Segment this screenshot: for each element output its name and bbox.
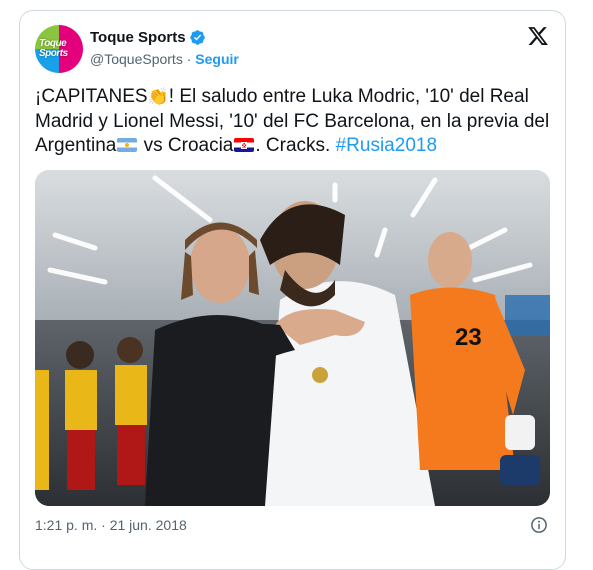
x-logo-icon[interactable] [527, 25, 549, 47]
tweet-text-part1: ¡CAPITANES [35, 86, 148, 107]
tweet-timestamp[interactable]: 1:21 p. m. · 21 jun. 2018 [35, 517, 187, 533]
author-handle-row: @ToqueSports · Seguir [90, 51, 239, 67]
hashtag-link[interactable]: #Rusia2018 [336, 135, 437, 156]
author-name-row: Toque Sports [90, 29, 206, 46]
verified-badge-icon [189, 30, 205, 45]
author-avatar[interactable]: Toque Sports [35, 25, 83, 73]
follow-button[interactable]: Seguir [195, 51, 239, 67]
separator-dot: · [186, 51, 192, 67]
jersey-number: 23 [455, 324, 482, 351]
photo-scene: 23 [35, 170, 550, 506]
tweet-text: ¡CAPITANES👏! El saludo entre Luka Modric… [35, 85, 555, 159]
background-screen [505, 295, 550, 335]
croatia-flag-icon [234, 138, 255, 152]
tweet-card: Toque Sports Toque Sports @ToqueSports ·… [19, 10, 566, 570]
tweet-text-part4: . Cracks. [255, 135, 336, 156]
argentina-flag-icon [117, 138, 138, 152]
author-display-name[interactable]: Toque Sports [90, 29, 186, 46]
tweet-text-part3: vs Croacia [138, 135, 234, 156]
tweet-photo[interactable]: 23 [35, 170, 550, 506]
clapping-hands-emoji: 👏 [147, 87, 169, 106]
author-handle[interactable]: @ToqueSports [90, 51, 183, 67]
avatar-logo-text: Toque Sports [39, 38, 68, 59]
info-icon[interactable] [530, 516, 548, 534]
